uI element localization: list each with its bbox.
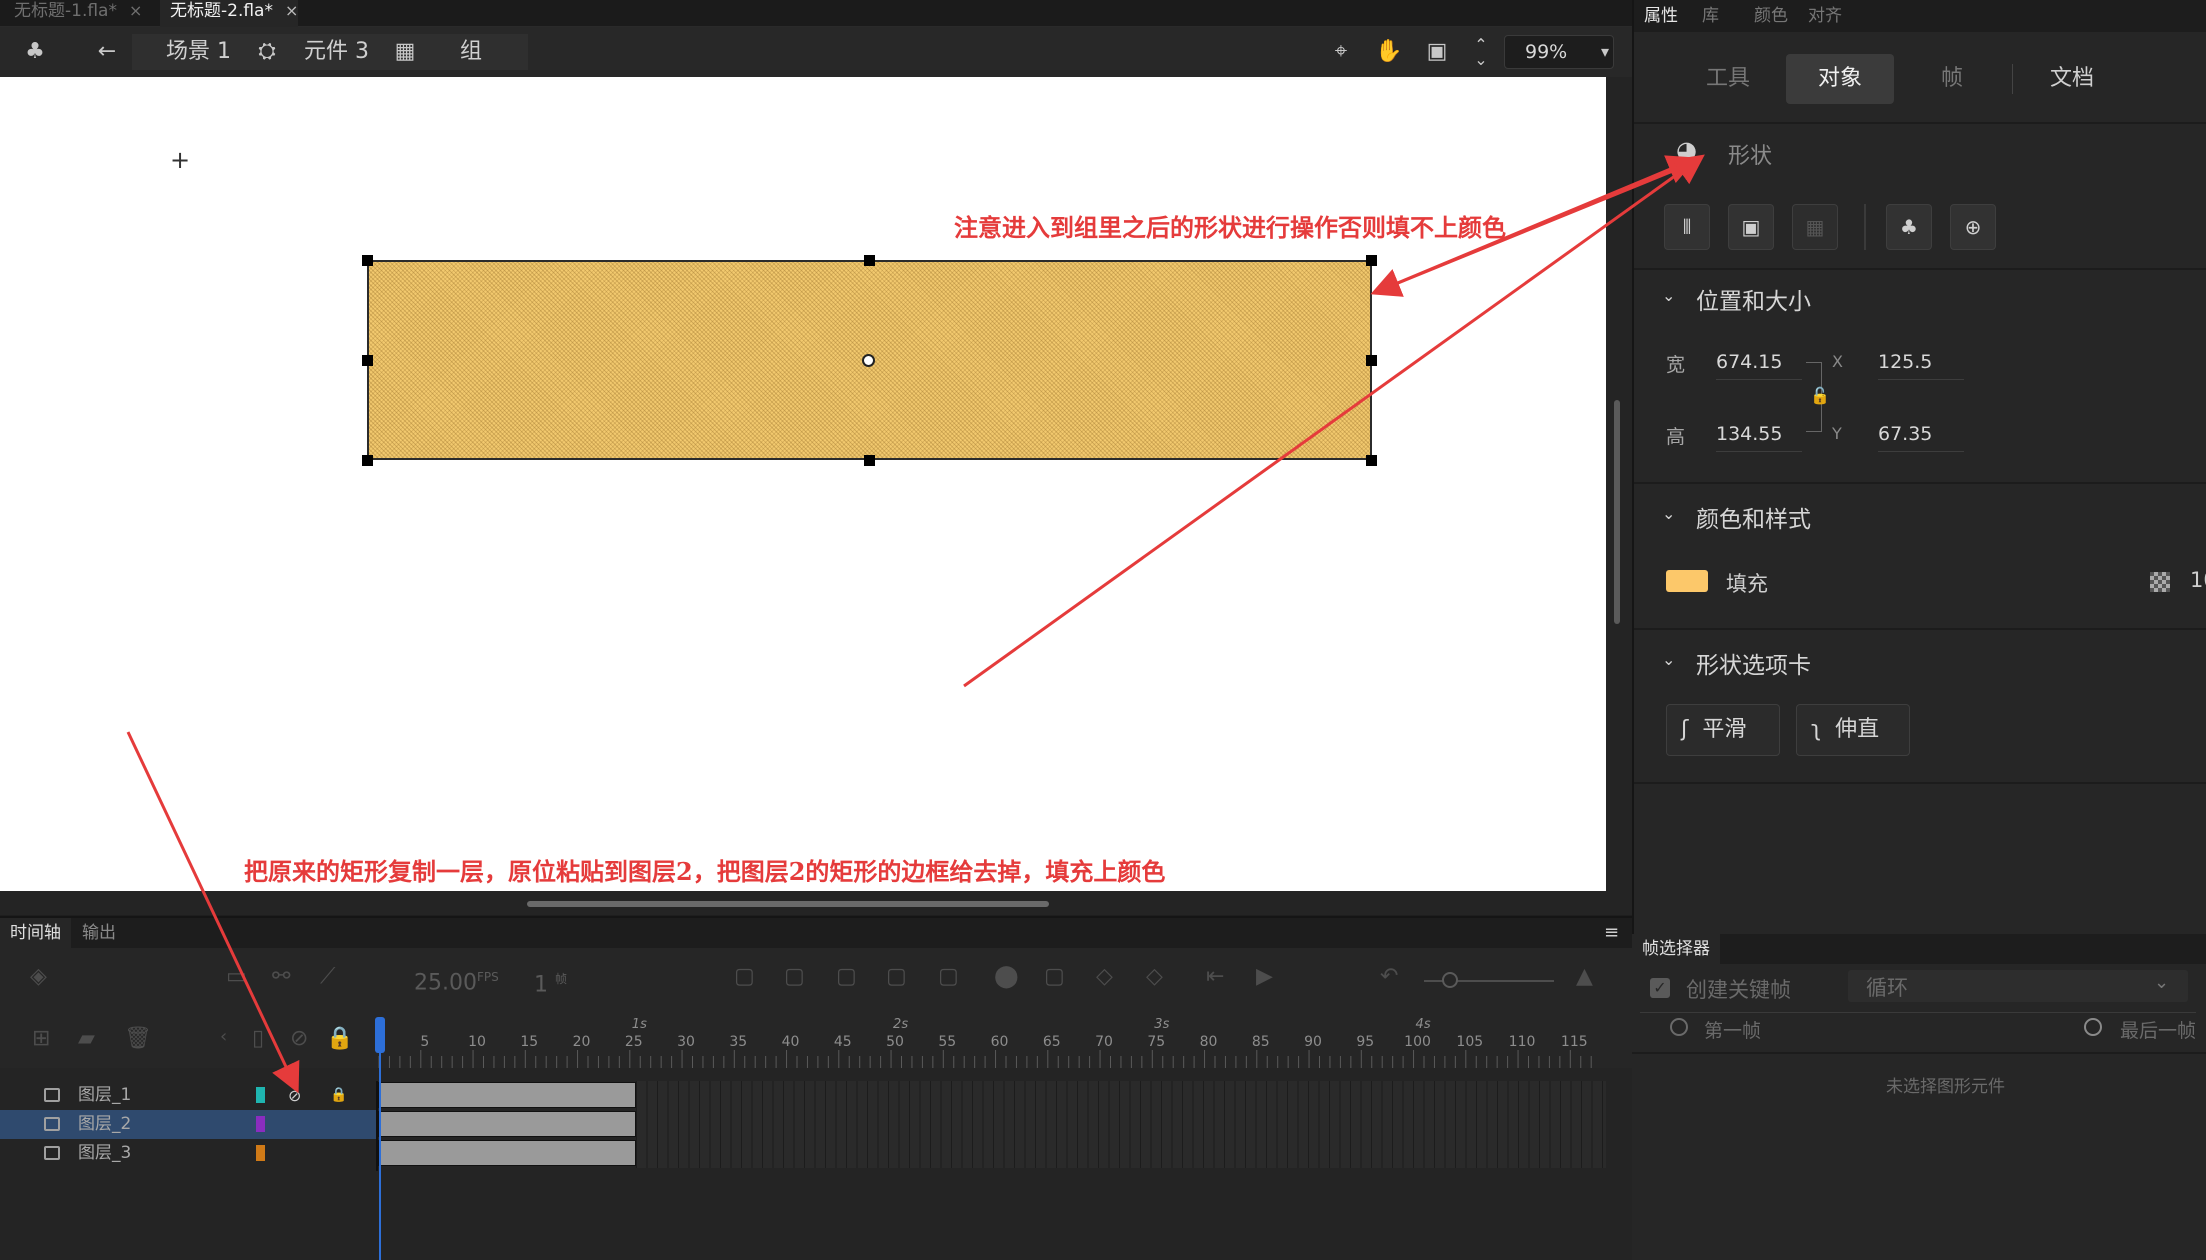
arrow-to-layer-1-visibility bbox=[126, 731, 300, 1094]
arrow-to-shape-label bbox=[1375, 155, 1698, 294]
annotation-arrows bbox=[126, 154, 1705, 1094]
arrow-from-stage bbox=[963, 154, 1705, 688]
